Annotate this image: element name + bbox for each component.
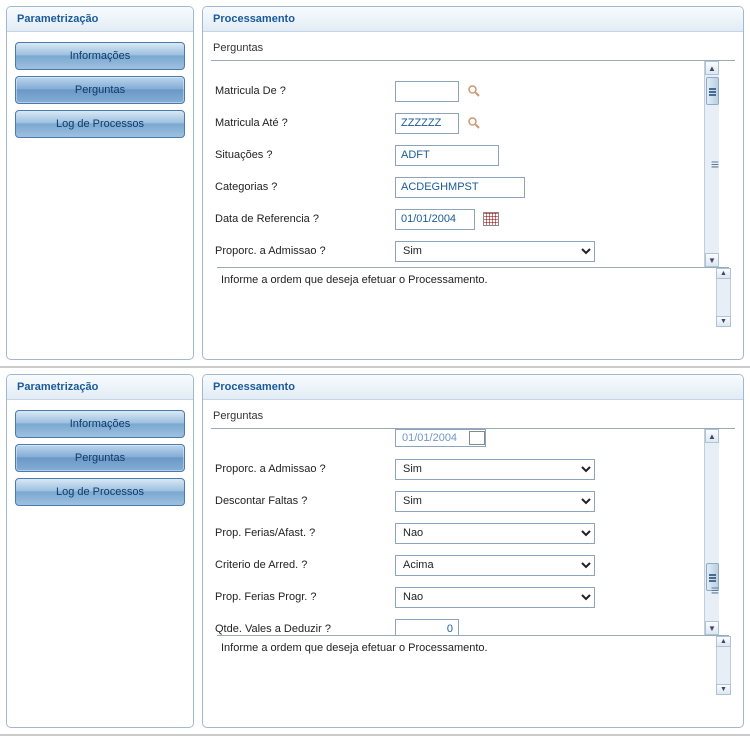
row-categorias: Categorias ? bbox=[215, 171, 715, 203]
help-scroll-up-icon[interactable]: ▲ bbox=[716, 636, 731, 647]
help-scroll-up-icon[interactable]: ▲ bbox=[716, 268, 731, 279]
sidebar-panel: Parametrização Informações Perguntas Log… bbox=[6, 374, 194, 728]
help-bar: Informe a ordem que deseja efetuar o Pro… bbox=[217, 635, 729, 695]
label-descontar-faltas: Descontar Faltas ? bbox=[215, 495, 395, 507]
sidebar-panel: Parametrização Informações Perguntas Log… bbox=[6, 6, 194, 360]
row-prop-ferias-progr: Prop. Ferias Progr. ? Nao bbox=[215, 581, 715, 613]
row-data-referencia: Data de Referencia ? bbox=[215, 203, 715, 235]
label-qtde-vales: Qtde. Vales a Deduzir ? bbox=[215, 623, 395, 635]
form-area: 01/01/2004 Proporc. a Admissao ? Sim Des… bbox=[211, 429, 719, 635]
row-data-referencia-partial: 01/01/2004 bbox=[395, 429, 486, 447]
row-proporc-admissao: Proporc. a Admissao ? Sim bbox=[215, 235, 715, 267]
calendar-icon[interactable] bbox=[469, 431, 485, 445]
help-scrollbar[interactable]: ▲ ▼ bbox=[716, 268, 731, 327]
label-matricula-ate: Matricula Até ? bbox=[215, 117, 395, 129]
input-data-referencia[interactable] bbox=[395, 209, 475, 230]
section-title: Perguntas bbox=[211, 38, 735, 58]
help-scroll-track[interactable] bbox=[716, 647, 731, 684]
section-title: Perguntas bbox=[211, 406, 735, 426]
row-matricula-de: Matricula De ? bbox=[215, 75, 715, 107]
content-body: Perguntas ▲ ≡ ▼ 01/01/2004 bbox=[203, 400, 743, 695]
input-data-referencia-partial[interactable]: 01/01/2004 bbox=[396, 432, 463, 444]
sidebar-item-log-processos[interactable]: Log de Processos bbox=[15, 478, 185, 506]
row-prop-ferias-afast: Prop. Ferias/Afast. ? Nao bbox=[215, 517, 715, 549]
select-criterio-arred[interactable]: Acima bbox=[395, 555, 595, 576]
help-scrollbar[interactable]: ▲ ▼ bbox=[716, 636, 731, 695]
screenshot-1: Parametrização Informações Perguntas Log… bbox=[0, 0, 750, 368]
select-prop-ferias-progr[interactable]: Nao bbox=[395, 587, 595, 608]
help-bar: Informe a ordem que deseja efetuar o Pro… bbox=[217, 267, 729, 327]
sidebar-title: Parametrização bbox=[7, 375, 193, 400]
content-title: Processamento bbox=[203, 375, 743, 400]
row-criterio-arred: Criterio de Arred. ? Acima bbox=[215, 549, 715, 581]
sidebar-item-informacoes[interactable]: Informações bbox=[15, 42, 185, 70]
input-situacoes[interactable] bbox=[395, 145, 499, 166]
calendar-icon[interactable] bbox=[483, 212, 499, 226]
row-qtde-vales: Qtde. Vales a Deduzir ? bbox=[215, 613, 715, 635]
help-text: Informe a ordem que deseja efetuar o Pro… bbox=[221, 274, 488, 286]
row-descontar-faltas: Descontar Faltas ? Sim bbox=[215, 485, 715, 517]
content-title: Processamento bbox=[203, 7, 743, 32]
select-descontar-faltas[interactable]: Sim bbox=[395, 491, 595, 512]
sidebar-item-informacoes[interactable]: Informações bbox=[15, 410, 185, 438]
form-area: Matricula De ? Matricula Até ? bbox=[211, 61, 719, 267]
row-proporc-admissao: Proporc. a Admissao ? Sim bbox=[215, 453, 715, 485]
label-matricula-de: Matricula De ? bbox=[215, 85, 395, 97]
select-prop-ferias-afast[interactable]: Nao bbox=[395, 523, 595, 544]
content-panel: Processamento Perguntas ▲ ≡ ▼ Matricula … bbox=[202, 6, 744, 360]
sidebar-body: Informações Perguntas Log de Processos bbox=[7, 400, 193, 522]
select-proporc-admissao[interactable]: Sim bbox=[395, 241, 595, 262]
content-body: Perguntas ▲ ≡ ▼ Matricula De ? bbox=[203, 32, 743, 327]
row-situacoes: Situações ? bbox=[215, 139, 715, 171]
label-prop-ferias-afast: Prop. Ferias/Afast. ? bbox=[215, 527, 395, 539]
help-scroll-track[interactable] bbox=[716, 279, 731, 316]
label-proporc-admissao: Proporc. a Admissao ? bbox=[215, 245, 395, 257]
label-criterio-arred: Criterio de Arred. ? bbox=[215, 559, 395, 571]
label-data-referencia: Data de Referencia ? bbox=[215, 213, 395, 225]
label-categorias: Categorias ? bbox=[215, 181, 395, 193]
label-proporc-admissao: Proporc. a Admissao ? bbox=[215, 463, 395, 475]
label-prop-ferias-progr: Prop. Ferias Progr. ? bbox=[215, 591, 395, 603]
input-matricula-ate[interactable] bbox=[395, 113, 459, 134]
input-matricula-de[interactable] bbox=[395, 81, 459, 102]
screenshot-2: Parametrização Informações Perguntas Log… bbox=[0, 368, 750, 736]
form-scroll-area: ▲ ≡ ▼ Matricula De ? bbox=[211, 61, 735, 267]
row-matricula-ate: Matricula Até ? bbox=[215, 107, 715, 139]
sidebar-item-log-processos[interactable]: Log de Processos bbox=[15, 110, 185, 138]
help-scroll-down-icon[interactable]: ▼ bbox=[716, 684, 731, 695]
sidebar-item-perguntas[interactable]: Perguntas bbox=[15, 76, 185, 104]
select-proporc-admissao[interactable]: Sim bbox=[395, 459, 595, 480]
sidebar-item-perguntas[interactable]: Perguntas bbox=[15, 444, 185, 472]
search-icon[interactable] bbox=[467, 84, 481, 98]
content-panel: Processamento Perguntas ▲ ≡ ▼ 01/01/2004 bbox=[202, 374, 744, 728]
sidebar-title: Parametrização bbox=[7, 7, 193, 32]
input-categorias[interactable] bbox=[395, 177, 525, 198]
search-icon[interactable] bbox=[467, 116, 481, 130]
sidebar-body: Informações Perguntas Log de Processos bbox=[7, 32, 193, 154]
form-scroll-area: ▲ ≡ ▼ 01/01/2004 Proporc. a Admissao ? bbox=[211, 429, 735, 635]
label-situacoes: Situações ? bbox=[215, 149, 395, 161]
help-text: Informe a ordem que deseja efetuar o Pro… bbox=[221, 642, 488, 654]
input-qtde-vales[interactable] bbox=[395, 619, 459, 636]
help-scroll-down-icon[interactable]: ▼ bbox=[716, 316, 731, 327]
